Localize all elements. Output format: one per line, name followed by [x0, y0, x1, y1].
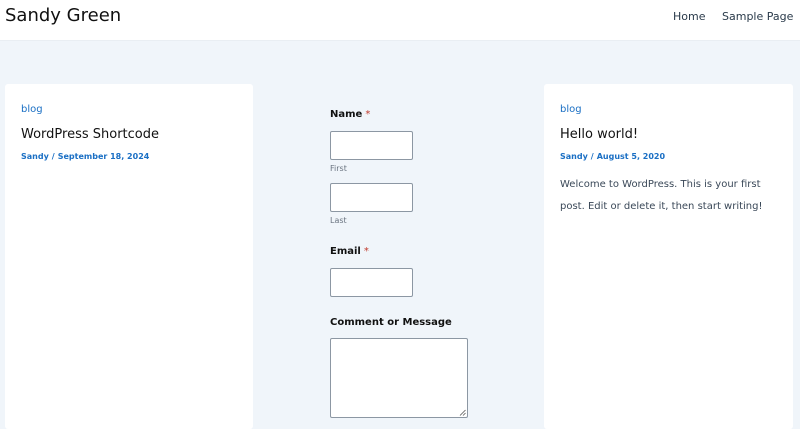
post-date-link[interactable]: September 18, 2024	[58, 152, 150, 161]
comment-field-label: Comment or Message	[330, 317, 452, 328]
post-author-link[interactable]: Sandy	[21, 152, 49, 161]
site-header: Sandy Green Home Sample Page	[0, 0, 800, 41]
name-label-text: Name	[330, 109, 363, 120]
required-marker: *	[363, 246, 369, 257]
email-field-label: Email *	[330, 246, 369, 257]
post-excerpt: Welcome to WordPress. This is your first…	[560, 179, 763, 212]
first-name-input[interactable]	[330, 131, 413, 160]
post-card-wordpress-shortcode: blog WordPress Shortcode Sandy / September…	[5, 84, 253, 429]
resize-handle-icon[interactable]	[459, 409, 466, 416]
nav-sample-page-link[interactable]: Sample Page	[722, 10, 793, 23]
comment-textarea[interactable]	[330, 338, 468, 418]
email-input[interactable]	[330, 268, 413, 297]
post-author-link[interactable]: Sandy	[560, 152, 588, 161]
post-category-link[interactable]: blog	[21, 104, 43, 115]
post-card-hello-world: blog Hello world! Sandy / August 5, 2020 W…	[544, 84, 793, 429]
first-sublabel: First	[330, 164, 347, 173]
post-category-link[interactable]: blog	[560, 104, 582, 115]
post-title-link[interactable]: WordPress Shortcode	[21, 127, 159, 142]
email-label-text: Email	[330, 246, 361, 257]
required-marker: *	[365, 109, 371, 120]
site-title[interactable]: Sandy Green	[5, 5, 121, 26]
last-sublabel: Last	[330, 216, 347, 225]
nav-home-link[interactable]: Home	[673, 10, 705, 23]
meta-separator: /	[51, 152, 55, 161]
post-meta: Sandy / September 18, 2024	[21, 152, 149, 161]
name-field-label: Name *	[330, 109, 370, 120]
last-name-input[interactable]	[330, 183, 413, 212]
post-date-link[interactable]: August 5, 2020	[597, 152, 665, 161]
meta-separator: /	[590, 152, 594, 161]
post-meta: Sandy / August 5, 2020	[560, 152, 665, 161]
post-title-link[interactable]: Hello world!	[560, 127, 638, 142]
